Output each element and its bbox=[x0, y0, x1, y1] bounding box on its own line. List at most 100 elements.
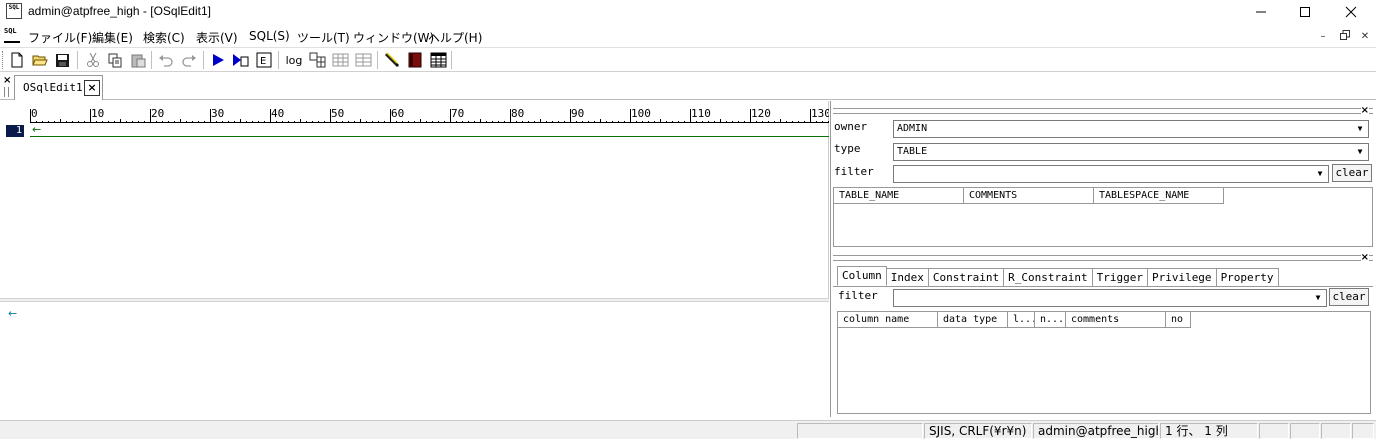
mdi-minimize-button[interactable]: – bbox=[1316, 30, 1330, 44]
tab-r-constraint[interactable]: R_Constraint bbox=[1003, 268, 1093, 286]
pencil-button[interactable] bbox=[383, 51, 401, 69]
eol-mark: ← bbox=[32, 123, 42, 136]
grid-button-3[interactable] bbox=[354, 51, 372, 69]
book-button[interactable] bbox=[406, 51, 424, 69]
ruler-tick bbox=[432, 121, 433, 123]
menu-view[interactable]: 表示(V) bbox=[196, 29, 238, 46]
copy-button[interactable] bbox=[106, 51, 124, 69]
column-header-comments[interactable]: COMMENTS bbox=[964, 188, 1094, 204]
column-clear-button[interactable]: clear bbox=[1329, 288, 1369, 306]
ruler-tick bbox=[738, 121, 739, 123]
minimize-button[interactable] bbox=[1238, 0, 1284, 24]
ruler-label: 90 bbox=[571, 107, 585, 120]
tab-osqledit1[interactable]: OSqlEdit1 × bbox=[14, 75, 103, 100]
column-header-data-type[interactable]: data type bbox=[938, 312, 1008, 328]
column-header-no[interactable]: no bbox=[1166, 312, 1191, 328]
tab-column[interactable]: Column bbox=[837, 266, 887, 286]
redo-button[interactable] bbox=[180, 51, 198, 69]
menu-window[interactable]: ウィンドウ(W) bbox=[353, 29, 434, 46]
ruler-tick bbox=[546, 121, 547, 123]
line-number: 1 bbox=[6, 125, 24, 137]
column-header-column-name[interactable]: column name bbox=[838, 312, 938, 328]
ruler-tick bbox=[60, 119, 61, 123]
ruler-tick bbox=[486, 121, 487, 123]
tab-index[interactable]: Index bbox=[885, 268, 929, 286]
grid-button-2[interactable] bbox=[331, 51, 349, 69]
object-panel-close-button[interactable]: × bbox=[1360, 105, 1369, 116]
ruler-tick bbox=[138, 121, 139, 123]
object-clear-button[interactable]: clear bbox=[1332, 164, 1372, 182]
document-icon[interactable]: SQL bbox=[4, 28, 20, 43]
tab-grip[interactable] bbox=[4, 87, 9, 97]
tab-privilege[interactable]: Privilege bbox=[1146, 268, 1217, 286]
cut-button[interactable] bbox=[84, 51, 102, 69]
save-button[interactable] bbox=[53, 51, 71, 69]
ruler-tick bbox=[678, 121, 679, 123]
toolbar-grip[interactable] bbox=[2, 51, 4, 69]
new-file-button[interactable] bbox=[8, 51, 26, 69]
mdi-close-button[interactable]: ✕ bbox=[1358, 30, 1372, 44]
output-pane[interactable]: ← bbox=[0, 302, 829, 417]
tab-trigger[interactable]: Trigger bbox=[1091, 268, 1148, 286]
menu-help[interactable]: ヘルプ(H) bbox=[428, 29, 482, 46]
log-button[interactable]: log bbox=[284, 51, 304, 69]
execute-button[interactable] bbox=[209, 51, 227, 69]
execute-to-cursor-button[interactable] bbox=[232, 51, 250, 69]
ruler-tick bbox=[312, 121, 313, 123]
ruler-tick bbox=[186, 121, 187, 123]
mdi-restore-button[interactable] bbox=[1338, 30, 1352, 44]
detail-panel-close-button[interactable]: × bbox=[1360, 252, 1369, 263]
owner-value: ADMIN bbox=[897, 123, 928, 134]
tab-constraint[interactable]: Constraint bbox=[927, 268, 1005, 286]
maximize-button[interactable] bbox=[1282, 0, 1328, 24]
menu-file[interactable]: ファイル(F) bbox=[28, 29, 92, 46]
detail-panel-header[interactable]: × bbox=[833, 252, 1373, 263]
type-select[interactable]: TABLE ▼ bbox=[893, 143, 1369, 161]
menu-sql[interactable]: SQL(S) bbox=[249, 29, 290, 43]
column-filter-input[interactable]: ▼ bbox=[893, 289, 1327, 307]
ruler-tick bbox=[612, 121, 613, 123]
owner-select[interactable]: ADMIN ▼ bbox=[893, 120, 1369, 138]
status-cell bbox=[1352, 423, 1374, 439]
ruler-tick bbox=[342, 121, 343, 123]
column-header-comments[interactable]: comments bbox=[1066, 312, 1166, 328]
menu-edit[interactable]: 編集(E) bbox=[92, 29, 133, 46]
sql-editor[interactable]: 0 10 20 30 40 50 60 70 80 90 100 110 120 130 1 ← bbox=[0, 101, 829, 298]
ruler-tick bbox=[732, 121, 733, 123]
ruler-tick bbox=[162, 121, 163, 123]
tab-property[interactable]: Property bbox=[1215, 268, 1279, 286]
paste-icon bbox=[131, 54, 145, 67]
ruler-tick bbox=[336, 121, 337, 123]
explain-plan-button[interactable]: E bbox=[255, 51, 273, 69]
new-file-icon bbox=[11, 52, 23, 68]
ruler-label: 70 bbox=[451, 107, 465, 120]
ruler-tick bbox=[492, 121, 493, 123]
column-header-length[interactable]: l... bbox=[1008, 312, 1035, 328]
object-filter-input[interactable]: ▼ bbox=[893, 165, 1329, 183]
svg-text:E: E bbox=[260, 56, 266, 67]
table-button[interactable] bbox=[429, 51, 447, 69]
object-browser-button[interactable] bbox=[308, 51, 326, 69]
close-button[interactable] bbox=[1328, 0, 1374, 24]
column-grid-header: column name data type l... n... comments… bbox=[838, 312, 1191, 328]
object-panel-header[interactable]: × bbox=[833, 105, 1373, 116]
close-all-tabs-button[interactable]: × bbox=[3, 75, 11, 86]
status-cell-empty bbox=[797, 423, 923, 439]
column-list-grid[interactable]: column name data type l... n... comments… bbox=[837, 311, 1371, 414]
menu-search[interactable]: 検索(C) bbox=[143, 29, 185, 46]
ruler-tick bbox=[438, 121, 439, 123]
object-list-grid[interactable]: TABLE_NAME COMMENTS TABLESPACE_NAME bbox=[833, 187, 1373, 247]
column-header-nullable[interactable]: n... bbox=[1035, 312, 1066, 328]
menu-tools[interactable]: ツール(T) bbox=[297, 29, 350, 46]
undo-button[interactable] bbox=[157, 51, 175, 69]
run-icon bbox=[213, 54, 224, 66]
column-header-tablespace-name[interactable]: TABLESPACE_NAME bbox=[1094, 188, 1224, 204]
chevron-down-icon: ▼ bbox=[1317, 169, 1323, 178]
ruler-tick bbox=[780, 119, 781, 123]
toolbar-separator bbox=[77, 51, 78, 69]
table-icon bbox=[430, 52, 446, 68]
open-button[interactable] bbox=[31, 51, 49, 69]
paste-button[interactable] bbox=[129, 51, 147, 69]
column-header-table-name[interactable]: TABLE_NAME bbox=[834, 188, 964, 204]
tab-close-button[interactable]: × bbox=[84, 80, 100, 96]
